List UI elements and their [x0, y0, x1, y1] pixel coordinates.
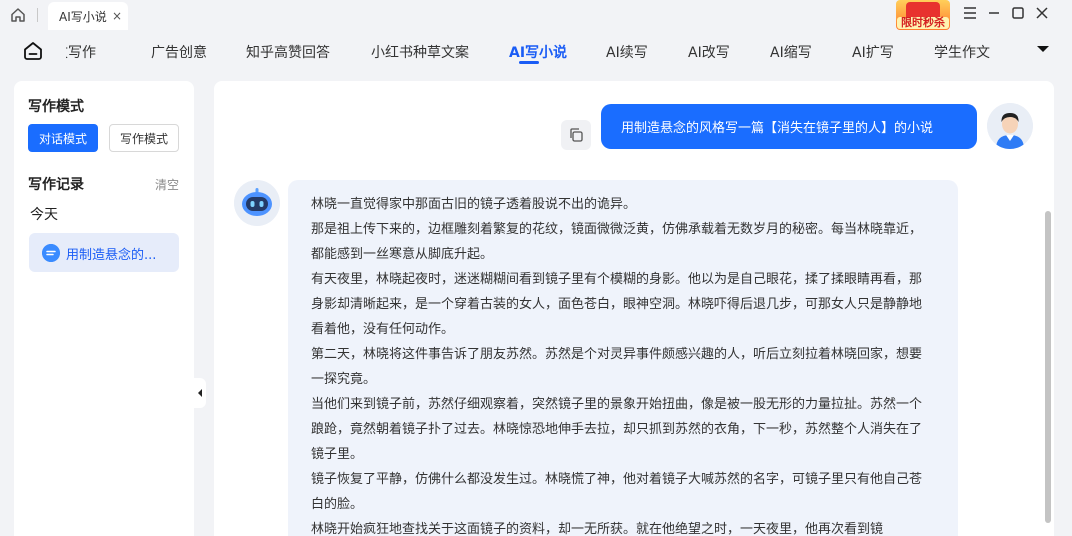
chevron-down-icon[interactable] [1036, 44, 1050, 54]
maximize-icon[interactable] [1009, 4, 1027, 22]
bot-avatar [234, 180, 280, 226]
answer-paragraph: 当他们来到镜子前，苏然仔细观察着，突然镜子里的景象开始扭曲，像是被一股无形的力量… [311, 397, 923, 462]
nav-item-ai-continue[interactable]: AI续写 [606, 42, 648, 62]
menu-icon[interactable] [961, 4, 979, 22]
answer-paragraph: 林晓一直觉得家中那面古旧的镜子透着股说不出的诡异。 [311, 197, 637, 212]
tab-ai-novel[interactable]: AI写小说 × [48, 2, 128, 30]
user-message: 用制造悬念的风格写一篇【消失在镜子里的人】的小说 [601, 104, 977, 149]
feature-nav: 论文写作 广告创意 知乎高赞回答 小红书种草文案 AI写小说 AI续写 AI改写… [0, 30, 1072, 72]
date-group-label: 今天 [30, 207, 58, 223]
nav-item-paper[interactable]: 论文写作 [66, 42, 96, 62]
answer-paragraph: 那是祖上传下来的，边框雕刻着繁复的花纹，镜面微微泛黄，仿佛承载着无数岁月的秘密。… [311, 222, 923, 262]
history-item-label: 用制造悬念的... [66, 248, 157, 263]
writing-mode-title: 写作模式 [28, 99, 84, 115]
nav-item-zhihu[interactable]: 知乎高赞回答 [246, 42, 330, 62]
promo-badge[interactable]: 限时秒杀 [896, 0, 950, 30]
copy-button[interactable] [561, 120, 591, 150]
home-icon[interactable] [10, 7, 26, 23]
conversation-panel: 用制造悬念的风格写一篇【消失在镜子里的人】的小说 林晓一直觉得家中那面古旧的镜子… [214, 81, 1054, 536]
close-icon[interactable] [1033, 4, 1051, 22]
nav-item-ai-rewrite[interactable]: AI改写 [688, 42, 730, 62]
titlebar-divider [37, 8, 38, 22]
answer-paragraph: 第二天，林晓将这件事告诉了朋友苏然。苏然是个对灵异事件颇感兴趣的人，听后立刻拉着… [311, 347, 923, 387]
nav-items: 论文写作 广告创意 知乎高赞回答 小红书种草文案 AI写小说 AI续写 AI改写… [66, 30, 1020, 72]
history-item[interactable]: 用制造悬念的... [29, 233, 179, 272]
minimize-icon[interactable] [985, 4, 1003, 22]
app-home-icon[interactable] [22, 40, 44, 62]
copy-icon [570, 128, 583, 142]
answer-paragraph: 林晓开始疯狂地查找关于这面镜子的资料，却一无所获。就在他绝望之时，一天夜里，他再… [311, 522, 884, 536]
nav-item-ai-novel[interactable]: AI写小说 [509, 42, 567, 62]
promo-label: 限时秒杀 [897, 17, 949, 29]
chat-mode-button[interactable]: 对话模式 [28, 124, 98, 152]
writing-records-title: 写作记录 [28, 177, 84, 193]
nav-item-xiaohongshu[interactable]: 小红书种草文案 [371, 42, 469, 62]
user-avatar-icon [987, 103, 1033, 149]
nav-active-indicator [519, 61, 539, 64]
scrollbar-thumb[interactable] [1045, 211, 1051, 523]
answer-paragraph: 镜子恢复了平静，仿佛什么都没发生过。林晓慌了神，他对着镜子大喊苏然的名字，可镜子… [311, 472, 923, 512]
write-mode-button[interactable]: 写作模式 [109, 124, 179, 152]
title-bar: AI写小说 × 限时秒杀 [0, 0, 1072, 30]
assistant-answer: 林晓一直觉得家中那面古旧的镜子透着股说不出的诡异。 那是祖上传下来的，边框雕刻着… [288, 180, 958, 536]
answer-paragraph: 有天夜里，林晓起夜时，迷迷糊糊间看到镜子里有个模糊的身影。他以为是自己眼花，揉了… [311, 272, 923, 337]
user-avatar [987, 103, 1033, 149]
user-message-text: 用制造悬念的风格写一篇【消失在镜子里的人】的小说 [621, 121, 934, 136]
sidebar-collapse-handle[interactable] [194, 378, 206, 408]
tab-close-icon[interactable]: × [112, 9, 122, 23]
sidebar: 写作模式 对话模式 写作模式 写作记录 清空 今天 用制造悬念的... [14, 81, 194, 536]
nav-item-ai-shorten[interactable]: AI缩写 [770, 42, 812, 62]
nav-item-ad[interactable]: 广告创意 [151, 42, 207, 62]
tab-label: AI写小说 [59, 9, 107, 24]
chevron-left-icon [198, 389, 202, 397]
nav-item-essay[interactable]: 学生作文 [934, 42, 990, 62]
robot-icon [234, 180, 280, 226]
nav-item-ai-expand[interactable]: AI扩写 [852, 42, 894, 62]
chat-bubble-icon [42, 244, 60, 262]
clear-records-button[interactable]: 清空 [155, 176, 179, 193]
scrollbar[interactable] [1044, 211, 1052, 523]
